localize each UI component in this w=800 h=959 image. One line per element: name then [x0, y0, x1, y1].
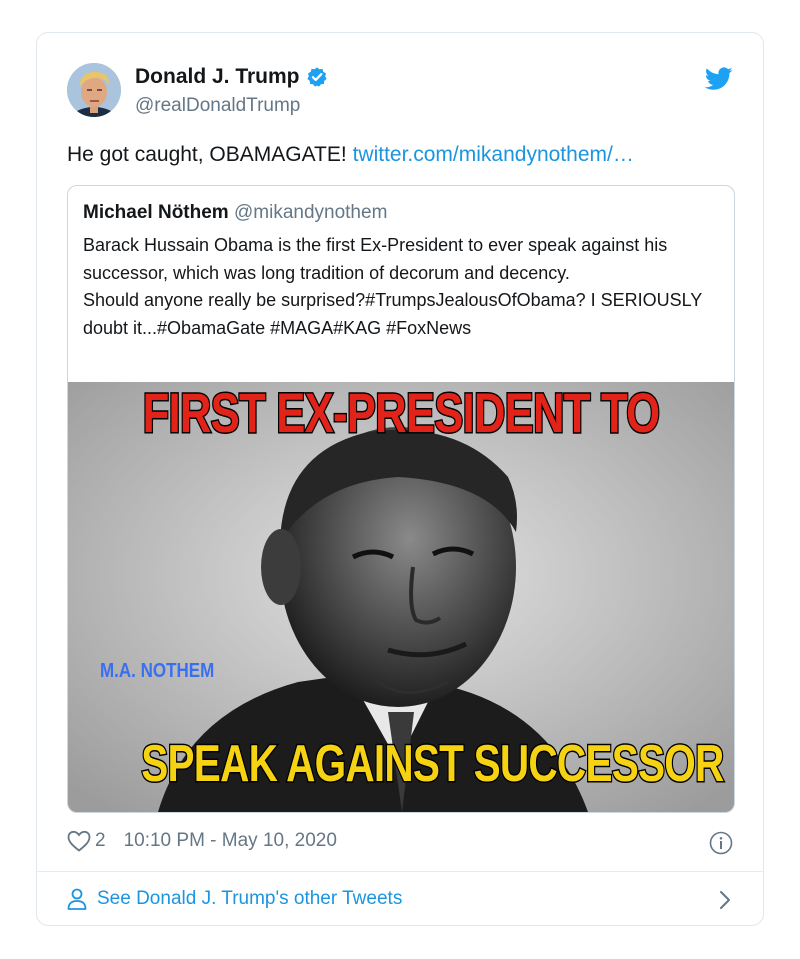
quoted-text: Barack Hussain Obama is the first Ex-Pre…	[83, 232, 723, 342]
quoted-tweet[interactable]: Michael Nöthem @mikandynothem Barack Hus…	[67, 185, 735, 813]
see-other-tweets-link[interactable]: See Donald J. Trump's other Tweets	[67, 888, 402, 910]
see-other-tweets-label[interactable]: See Donald J. Trump's other Tweets	[97, 888, 402, 910]
author-avatar[interactable]	[67, 63, 121, 117]
quoted-text-line-2: Should anyone really be surprised?#Trump…	[83, 290, 702, 338]
author-handle[interactable]: @realDonaldTrump	[135, 95, 300, 117]
image-top-caption: FIRST EX-PRESIDENT TO	[141, 382, 661, 446]
quoted-author-handle: @mikandynothem	[233, 202, 388, 223]
quoted-text-line-1: Barack Hussain Obama is the first Ex-Pre…	[83, 235, 668, 283]
author-name[interactable]: Donald J. Trump	[135, 65, 300, 89]
quoted-header: Michael Nöthem @mikandynothem	[83, 202, 387, 224]
quoted-author-name: Michael Nöthem	[83, 202, 229, 223]
quoted-media-image[interactable]: FIRST EX-PRESIDENT TO M.A. NOTHEM SPEAK …	[68, 382, 734, 812]
like-count[interactable]: 2	[95, 830, 106, 852]
verified-badge-icon	[306, 67, 327, 87]
tweet-timestamp[interactable]: 10:10 PM - May 10, 2020	[124, 830, 337, 852]
tweet-embed-card: Donald J. Trump @realDonaldTrump He got …	[36, 32, 764, 926]
tweet-meta: 2 10:10 PM - May 10, 2020	[67, 830, 337, 852]
footer-divider	[37, 871, 763, 872]
info-icon[interactable]	[709, 831, 733, 855]
tweet-text: He got caught, OBAMAGATE! twitter.com/mi…	[67, 143, 634, 167]
tweet-link[interactable]: twitter.com/mikandynothem/…	[353, 143, 634, 166]
heart-icon[interactable]	[67, 830, 91, 852]
author-name-row: Donald J. Trump	[135, 65, 328, 89]
image-watermark: M.A. NOTHEM	[100, 660, 215, 682]
image-bottom-caption: SPEAK AGAINST SUCCESSOR	[140, 734, 725, 795]
person-icon	[67, 888, 87, 910]
twitter-bird-icon[interactable]	[705, 67, 733, 91]
chevron-right-icon[interactable]	[717, 889, 733, 911]
tweet-body: He got caught, OBAMAGATE!	[67, 143, 353, 166]
